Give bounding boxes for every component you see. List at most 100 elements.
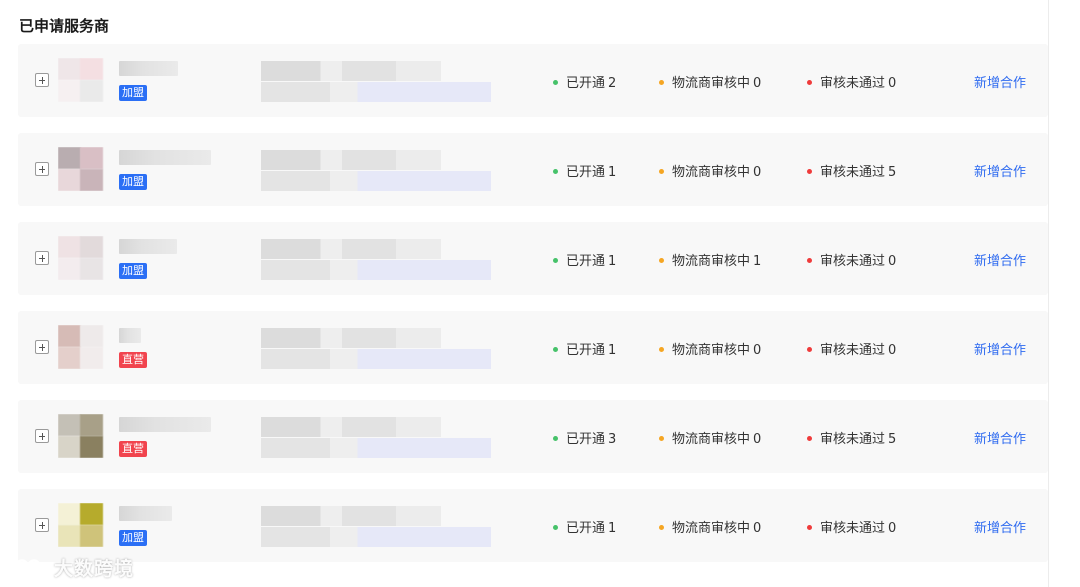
logo-mosaic-block — [80, 325, 103, 347]
provider-row: 直营 已开通 3 物流商审核中 0 审核未通过 5 新增合作 — [18, 400, 1048, 473]
provider-type-tag: 加盟 — [119, 85, 147, 101]
rejected-label: 审核未通过 — [820, 521, 886, 536]
opened-status: 已开通 1 — [553, 250, 616, 269]
logo-mosaic-block — [80, 236, 103, 258]
rejected-count: 0 — [888, 76, 897, 91]
red-dot-icon — [807, 169, 812, 174]
opened-count: 2 — [608, 76, 617, 91]
orange-dot-icon — [659, 169, 664, 174]
orange-dot-icon — [659, 258, 664, 263]
provider-row: 直营 已开通 1 物流商审核中 0 审核未通过 0 新增合作 — [18, 311, 1048, 384]
expand-icon[interactable] — [35, 429, 49, 443]
provider-contact-blurred — [261, 82, 491, 102]
logo-mosaic-block — [80, 347, 103, 369]
reviewing-label: 物流商审核中 — [672, 521, 751, 536]
rejected-status: 审核未通过 0 — [807, 72, 896, 91]
provider-logo — [58, 58, 104, 102]
provider-logo — [58, 414, 104, 458]
opened-count: 3 — [608, 432, 617, 447]
rejected-label: 审核未通过 — [820, 343, 886, 358]
reviewing-label: 物流商审核中 — [672, 432, 751, 447]
provider-name-blurred — [119, 417, 211, 432]
provider-logo — [58, 325, 104, 369]
expand-icon[interactable] — [35, 518, 49, 532]
provider-type-tag: 加盟 — [119, 530, 147, 546]
reviewing-count: 0 — [753, 343, 762, 358]
provider-info-blurred — [261, 239, 441, 259]
expand-icon[interactable] — [35, 162, 49, 176]
provider-row: 加盟 已开通 2 物流商审核中 0 审核未通过 0 新增合作 — [18, 44, 1048, 117]
logo-mosaic-block — [80, 147, 103, 169]
logo-mosaic-block — [80, 258, 103, 280]
logo-mosaic-block — [58, 169, 81, 191]
rejected-count: 0 — [888, 254, 897, 269]
red-dot-icon — [807, 436, 812, 441]
rejected-label: 审核未通过 — [820, 165, 886, 180]
opened-label: 已开通 — [566, 343, 606, 358]
add-cooperation-link[interactable]: 新增合作 — [974, 161, 1026, 180]
provider-type-tag: 加盟 — [119, 174, 147, 190]
reviewing-label: 物流商审核中 — [672, 76, 751, 91]
provider-info-blurred — [261, 506, 441, 526]
expand-icon[interactable] — [35, 340, 49, 354]
reviewing-status: 物流商审核中 1 — [659, 250, 761, 269]
provider-logo — [58, 147, 104, 191]
provider-logo — [58, 236, 104, 280]
logo-mosaic-block — [58, 347, 81, 369]
logo-mosaic-block — [58, 436, 81, 458]
provider-contact-blurred — [261, 438, 491, 458]
reviewing-count: 0 — [753, 165, 762, 180]
rejected-label: 审核未通过 — [820, 254, 886, 269]
add-cooperation-link[interactable]: 新增合作 — [974, 72, 1026, 91]
logo-mosaic-block — [80, 525, 103, 547]
green-dot-icon — [553, 169, 558, 174]
opened-label: 已开通 — [566, 76, 606, 91]
rejected-label: 审核未通过 — [820, 76, 886, 91]
green-dot-icon — [553, 525, 558, 530]
add-cooperation-link[interactable]: 新增合作 — [974, 517, 1026, 536]
green-dot-icon — [553, 436, 558, 441]
reviewing-status: 物流商审核中 0 — [659, 72, 761, 91]
orange-dot-icon — [659, 525, 664, 530]
add-cooperation-link[interactable]: 新增合作 — [974, 250, 1026, 269]
opened-label: 已开通 — [566, 432, 606, 447]
reviewing-status: 物流商审核中 0 — [659, 517, 761, 536]
rejected-count: 5 — [888, 165, 897, 180]
provider-contact-blurred — [261, 349, 491, 369]
rejected-status: 审核未通过 0 — [807, 250, 896, 269]
expand-icon[interactable] — [35, 73, 49, 87]
add-cooperation-link[interactable]: 新增合作 — [974, 339, 1026, 358]
provider-row: 加盟 已开通 1 物流商审核中 0 审核未通过 5 新增合作 — [18, 133, 1048, 206]
provider-name-blurred — [119, 61, 178, 76]
opened-status: 已开通 3 — [553, 428, 616, 447]
reviewing-status: 物流商审核中 0 — [659, 161, 761, 180]
provider-list: 加盟 已开通 2 物流商审核中 0 审核未通过 0 新增合作 加盟 已开通 1 … — [18, 44, 1048, 578]
rejected-status: 审核未通过 0 — [807, 339, 896, 358]
logo-mosaic-block — [80, 80, 103, 102]
green-dot-icon — [553, 80, 558, 85]
expand-icon[interactable] — [35, 251, 49, 265]
rejected-status: 审核未通过 5 — [807, 161, 896, 180]
provider-logo — [58, 503, 104, 547]
rejected-count: 0 — [888, 521, 897, 536]
add-cooperation-link[interactable]: 新增合作 — [974, 428, 1026, 447]
provider-row: 加盟 已开通 1 物流商审核中 1 审核未通过 0 新增合作 — [18, 222, 1048, 295]
watermark-text: 大数跨境 — [54, 557, 135, 580]
logo-mosaic-block — [58, 503, 81, 525]
dashu-logo-icon — [8, 556, 43, 579]
provider-contact-blurred — [261, 260, 491, 280]
panel-divider — [1048, 0, 1049, 587]
orange-dot-icon — [659, 436, 664, 441]
provider-info-blurred — [261, 61, 441, 81]
logo-mosaic-block — [58, 325, 81, 347]
reviewing-count: 1 — [753, 254, 762, 269]
provider-name-blurred — [119, 239, 177, 254]
opened-count: 1 — [608, 521, 617, 536]
orange-dot-icon — [659, 80, 664, 85]
provider-info-blurred — [261, 417, 441, 437]
reviewing-count: 0 — [753, 432, 762, 447]
opened-status: 已开通 2 — [553, 72, 616, 91]
reviewing-label: 物流商审核中 — [672, 343, 751, 358]
green-dot-icon — [553, 347, 558, 352]
logo-mosaic-block — [80, 503, 103, 525]
